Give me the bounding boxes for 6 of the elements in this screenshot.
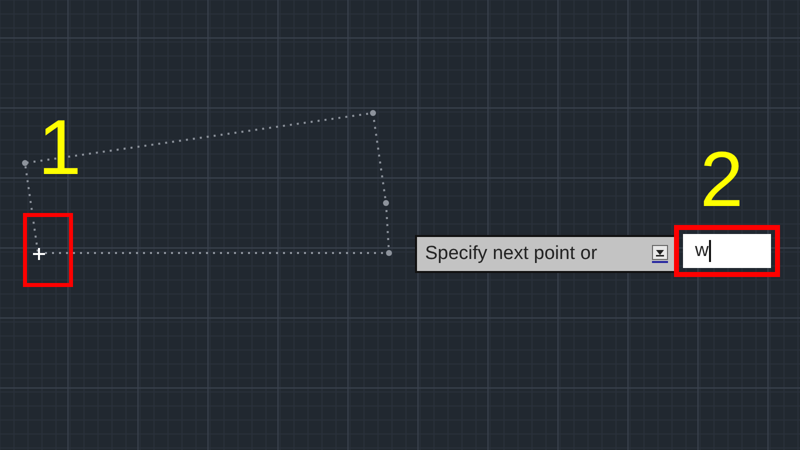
command-input-field[interactable]: w (683, 234, 771, 268)
options-down-icon[interactable] (652, 245, 668, 263)
prompt-text: Specify next point or (425, 242, 598, 266)
step-number: 1 (38, 108, 82, 186)
crosshair-cursor-icon (33, 248, 45, 260)
step-number: 2 (700, 140, 744, 218)
